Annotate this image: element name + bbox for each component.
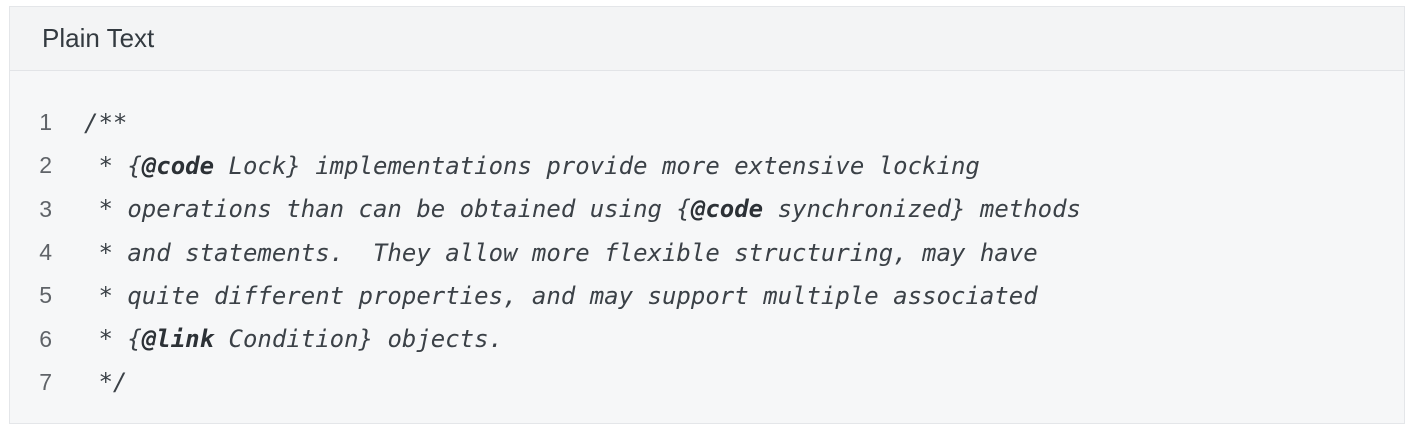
code-text: * { bbox=[84, 325, 142, 354]
line-text: * operations than can be obtained using … bbox=[84, 195, 1081, 223]
line-text: */ bbox=[84, 368, 127, 396]
code-line: 6 * {@link Condition} objects. bbox=[10, 317, 1404, 360]
code-line: 4 * and statements. They allow more flex… bbox=[10, 231, 1404, 274]
code-line: 5 * quite different properties, and may … bbox=[10, 274, 1404, 317]
line-number: 3 bbox=[39, 195, 52, 222]
code-line: 3 * operations than can be obtained usin… bbox=[10, 188, 1404, 231]
code-block: Plain Text 1/** 2 * {@code Lock} implemen… bbox=[9, 6, 1405, 424]
javadoc-tag: @code bbox=[141, 151, 215, 180]
language-label: Plain Text bbox=[42, 23, 155, 53]
code-text: * operations than can be obtained using … bbox=[84, 195, 691, 224]
code-text: /** bbox=[84, 108, 128, 137]
line-number: 4 bbox=[39, 239, 52, 266]
code-text: * quite different properties, and may su… bbox=[84, 281, 1038, 310]
code-text: Lock} implementations provide more exten… bbox=[214, 151, 980, 180]
line-number: 5 bbox=[39, 282, 52, 309]
code-text: * { bbox=[84, 151, 142, 180]
line-text: * {@code Lock} implementations provide m… bbox=[84, 151, 980, 180]
line-number: 2 bbox=[39, 152, 52, 179]
code-block-header: Plain Text bbox=[10, 7, 1404, 71]
code-text: * and statements. They allow more flexib… bbox=[84, 238, 1038, 267]
code-text: synchronized} methods bbox=[763, 195, 1082, 224]
line-text: * quite different properties, and may su… bbox=[84, 281, 1038, 310]
line-text: * and statements. They allow more flexib… bbox=[84, 238, 1038, 267]
code-line: 1 /** bbox=[10, 101, 1404, 144]
code-text: */ bbox=[84, 368, 128, 397]
line-number: 6 bbox=[39, 325, 52, 352]
code-line: 2 * {@code Lock} implementations provide… bbox=[10, 144, 1404, 187]
line-text: /** bbox=[84, 109, 127, 137]
code-line: 7 */ bbox=[10, 361, 1404, 404]
javadoc-tag: @code bbox=[690, 195, 764, 224]
line-number: 1 bbox=[39, 109, 52, 136]
code-text: Condition} objects. bbox=[214, 325, 504, 354]
line-text: * {@link Condition} objects. bbox=[84, 325, 503, 353]
line-number: 7 bbox=[39, 368, 52, 395]
code-content[interactable]: 1/** 2 * {@code Lock} implementations pro… bbox=[10, 71, 1404, 404]
javadoc-tag: @link bbox=[141, 325, 215, 354]
